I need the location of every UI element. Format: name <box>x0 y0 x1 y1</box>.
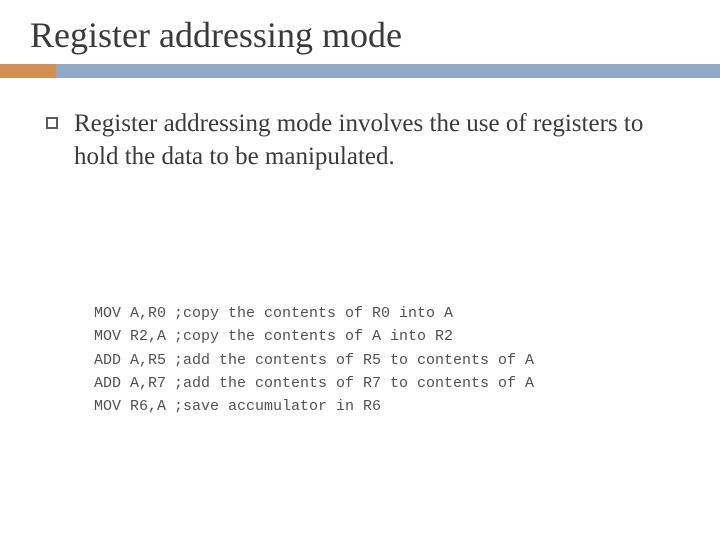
code-instr: MOV R6,A <box>94 395 174 418</box>
code-line: ADD A,R5 ;add the contents of R5 to cont… <box>94 349 534 372</box>
code-line: MOV R6,A ;save accumulator in R6 <box>94 395 534 418</box>
code-instr: MOV R2,A <box>94 325 174 348</box>
code-line: MOV A,R0 ;copy the contents of R0 into A <box>94 302 534 325</box>
bullet-text: Register addressing mode involves the us… <box>74 108 660 173</box>
code-block: MOV A,R0 ;copy the contents of R0 into A… <box>94 302 534 418</box>
code-line: MOV R2,A ;copy the contents of A into R2 <box>94 325 534 348</box>
code-line: ADD A,R7 ;add the contents of R7 to cont… <box>94 372 534 395</box>
page-title: Register addressing mode <box>0 0 720 64</box>
code-instr: ADD A,R5 <box>94 349 174 372</box>
bullet-row: Register addressing mode involves the us… <box>46 108 660 173</box>
code-instr: MOV A,R0 <box>94 302 174 325</box>
code-comment: ;save accumulator in R6 <box>174 395 381 418</box>
code-comment: ;add the contents of R5 to contents of A <box>174 349 534 372</box>
code-instr: ADD A,R7 <box>94 372 174 395</box>
code-comment: ;add the contents of R7 to contents of A <box>174 372 534 395</box>
code-comment: ;copy the contents of A into R2 <box>174 325 453 348</box>
bullet-icon <box>46 117 58 129</box>
content-area: Register addressing mode involves the us… <box>0 78 720 173</box>
title-divider <box>0 64 720 78</box>
divider-main <box>56 64 720 78</box>
divider-accent <box>0 64 56 78</box>
code-comment: ;copy the contents of R0 into A <box>174 302 453 325</box>
